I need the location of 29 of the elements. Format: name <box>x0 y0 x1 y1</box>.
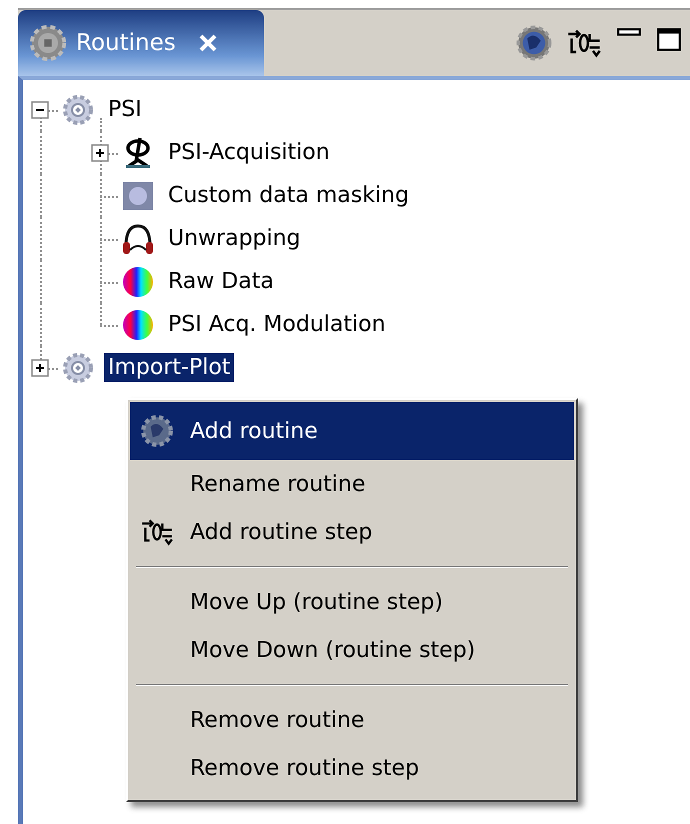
tree-item[interactable]: PSI-Acquisition <box>164 138 334 167</box>
view-tab[interactable]: Routines <box>18 10 264 76</box>
menu-item[interactable]: Remove routine <box>130 696 574 744</box>
gear-icon <box>61 92 95 126</box>
menu-item[interactable]: Rename routine <box>130 460 574 508</box>
color-wheel-icon <box>121 264 155 298</box>
tree-item[interactable]: Import-Plot <box>104 353 234 382</box>
color-wheel-icon <box>121 308 155 342</box>
menu-item[interactable]: Move Down (routine step) <box>130 626 574 674</box>
tree-item[interactable]: Raw Data <box>164 267 278 296</box>
menu-item[interactable]: Add routine <box>130 402 574 460</box>
maximize-icon[interactable] <box>656 26 682 52</box>
expander-icon[interactable] <box>91 144 109 162</box>
menu-item[interactable]: Add routine step <box>130 508 574 556</box>
tree-item[interactable]: Custom data masking <box>164 181 413 210</box>
tab-label: Routines <box>76 30 176 56</box>
tree-item[interactable]: Unwrapping <box>164 224 305 253</box>
tree-item[interactable]: PSI <box>104 95 146 124</box>
close-icon[interactable] <box>198 33 218 53</box>
expander-icon[interactable] <box>31 100 49 118</box>
globe-gear-icon <box>140 414 174 448</box>
menu-item[interactable]: Remove routine step <box>130 744 574 792</box>
expander-icon[interactable] <box>31 358 49 376</box>
gear-icon <box>61 350 95 384</box>
globe-gear-icon[interactable] <box>516 25 552 61</box>
gear-icon <box>28 23 68 63</box>
menu-item[interactable]: Move Up (routine step) <box>130 578 574 626</box>
headphones-icon <box>121 222 155 256</box>
tree-item[interactable]: PSI Acq. Modulation <box>164 310 390 339</box>
